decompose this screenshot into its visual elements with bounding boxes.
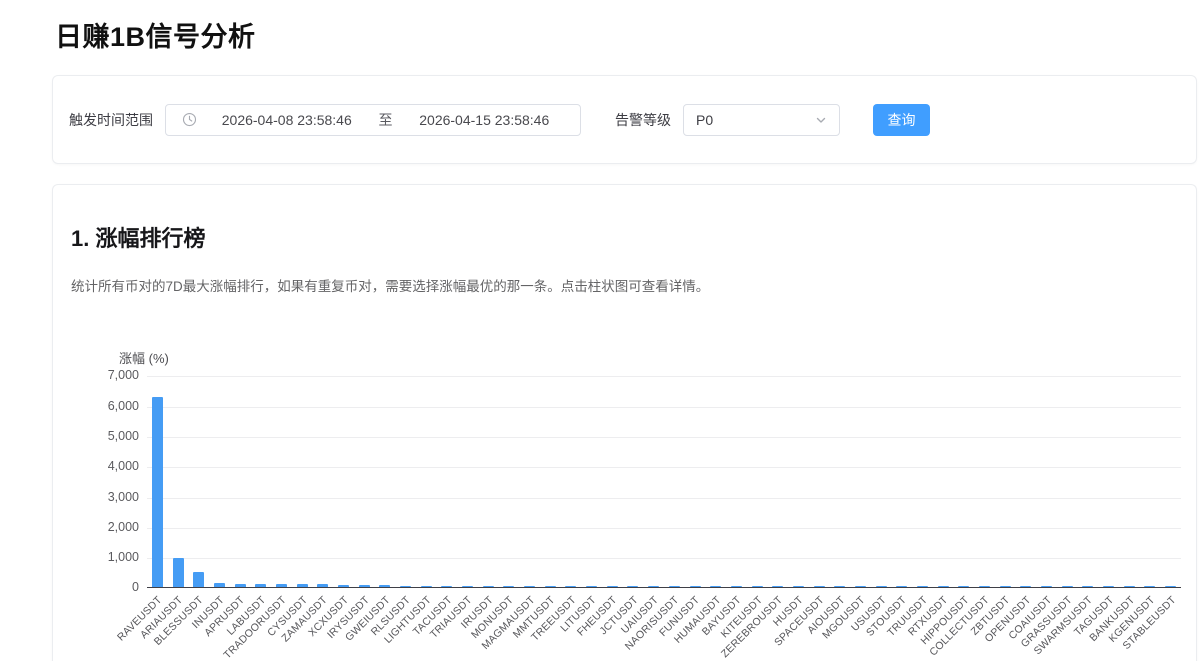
page-title: 日赚1B信号分析 bbox=[55, 22, 256, 52]
bar-KGENUSDT[interactable] bbox=[1144, 586, 1156, 588]
y-tick-label: 7,000 bbox=[107, 368, 139, 383]
bar-OPENUSDT[interactable] bbox=[1020, 586, 1032, 588]
bar-ZBTUSDT[interactable] bbox=[999, 586, 1011, 588]
bar-MGOUSDT[interactable] bbox=[854, 586, 866, 588]
bar-TRADOORUSDT[interactable] bbox=[275, 583, 287, 588]
bar-HUMAUSDT[interactable] bbox=[710, 586, 722, 588]
bar-INUSDT[interactable] bbox=[213, 582, 225, 588]
alert-level-select[interactable]: P0 bbox=[683, 103, 840, 136]
bar-STOUSDT[interactable] bbox=[896, 586, 908, 588]
bar-ZAMAUSDT[interactable] bbox=[317, 584, 329, 588]
bar-HUSDT[interactable] bbox=[792, 586, 804, 588]
chevron-down-icon bbox=[816, 117, 826, 123]
gridline bbox=[147, 467, 1181, 469]
section-heading: 1. 涨幅排行榜 bbox=[71, 226, 206, 251]
bar-HIPPOUSDT[interactable] bbox=[958, 586, 970, 588]
bar-TACUSDT[interactable] bbox=[441, 585, 453, 588]
y-tick-label: 6,000 bbox=[107, 398, 139, 413]
gridline bbox=[147, 437, 1181, 439]
bar-FUNUSDT[interactable] bbox=[689, 586, 701, 588]
bar-TRUUSDT[interactable] bbox=[917, 586, 928, 588]
bar-SPACEUSDT[interactable] bbox=[813, 586, 825, 588]
bar-NAORISUSDT[interactable] bbox=[668, 586, 680, 588]
filter-card: 触发时间范围 2026-04-08 23:58:46 至 2026-04-15 … bbox=[52, 75, 1197, 164]
bar-RAVEUSDT[interactable] bbox=[151, 396, 163, 588]
bar-KITEUSDT[interactable] bbox=[751, 586, 763, 588]
bar-SWARMSUSDT[interactable] bbox=[1082, 586, 1094, 588]
bar-GWEIUSDT[interactable] bbox=[379, 585, 391, 588]
bar-USUSDT[interactable] bbox=[875, 586, 887, 588]
bar-LABUSDT[interactable] bbox=[255, 583, 267, 588]
bar-RLSUSDT[interactable] bbox=[400, 585, 411, 588]
bar-TAGUSDT[interactable] bbox=[1103, 586, 1115, 588]
bar-MAGMAUSDT[interactable] bbox=[524, 586, 536, 588]
start-date-value: 2026-04-08 23:58:46 bbox=[221, 111, 352, 128]
date-range-input[interactable]: 2026-04-08 23:58:46 至 2026-04-15 23:58:4… bbox=[165, 103, 581, 136]
y-tick-label: 4,000 bbox=[107, 459, 139, 474]
bar-COLLECTUSDT[interactable] bbox=[979, 586, 991, 588]
gridline bbox=[147, 497, 1181, 499]
bar-ARIAUSDT[interactable] bbox=[172, 557, 184, 588]
bar-FHEUSDT[interactable] bbox=[606, 586, 618, 588]
y-tick-label: 0 bbox=[132, 580, 139, 595]
y-tick-label: 2,000 bbox=[107, 519, 139, 534]
date-range-separator: 至 bbox=[378, 111, 393, 128]
bar-IRUSDT[interactable] bbox=[482, 586, 494, 588]
content-card: 1. 涨幅排行榜 统计所有币对的7D最大涨幅排行，如果有重复币对，需要选择涨幅最… bbox=[52, 184, 1197, 661]
clock-icon bbox=[182, 112, 197, 127]
gain-ranking-chart: 涨幅 (%) 0 1,000 2,000 3,000 4,000 5,000 6,000 7,… bbox=[71, 348, 1181, 661]
bar-IRYSUSDT[interactable] bbox=[358, 584, 370, 588]
y-tick-label: 3,000 bbox=[107, 489, 139, 504]
bar-RTXUSDT[interactable] bbox=[937, 586, 949, 588]
alert-level-label: 告警等级 bbox=[615, 111, 671, 128]
bar-GRASSUSDT[interactable] bbox=[1061, 586, 1073, 588]
bar-LITUSDT[interactable] bbox=[586, 586, 598, 588]
y-tick-label: 1,000 bbox=[107, 550, 139, 565]
section-description: 统计所有币对的7D最大涨幅排行，如果有重复币对，需要选择涨幅最优的那一条。点击柱… bbox=[71, 278, 710, 294]
bar-STABLEUSDT[interactable] bbox=[1165, 586, 1177, 588]
gridline bbox=[147, 558, 1181, 560]
gridline bbox=[147, 527, 1181, 529]
bar-XCXUSDT[interactable] bbox=[337, 584, 349, 588]
bar-BLESSUSDT[interactable] bbox=[193, 572, 205, 588]
bar-COAIUSDT[interactable] bbox=[1041, 586, 1053, 588]
bar-LIGHTUSDT[interactable] bbox=[420, 585, 432, 588]
bar-BAYUSDT[interactable] bbox=[730, 586, 742, 588]
bar-CYSUSDT[interactable] bbox=[296, 584, 308, 588]
bar-TREEUSDT[interactable] bbox=[565, 586, 577, 588]
gridline bbox=[147, 406, 1181, 408]
trigger-time-range-label: 触发时间范围 bbox=[69, 111, 153, 128]
bar-APRUSDT[interactable] bbox=[234, 583, 246, 588]
bar-JCTUSDT[interactable] bbox=[627, 586, 639, 588]
bar-ZEREBROUSDT[interactable] bbox=[772, 586, 784, 588]
bar-MONUSDT[interactable] bbox=[503, 586, 515, 588]
y-tick-label: 5,000 bbox=[107, 429, 139, 444]
bar-MMTUSDT[interactable] bbox=[544, 586, 556, 588]
bar-AIOUSDT[interactable] bbox=[834, 586, 846, 588]
y-axis-ticks: 0 1,000 2,000 3,000 4,000 5,000 6,000 7,000 bbox=[71, 368, 139, 594]
gridline bbox=[147, 376, 1181, 378]
bar-TRIAUSDT[interactable] bbox=[462, 585, 474, 588]
query-button[interactable]: 查询 bbox=[873, 103, 930, 136]
chart-plot-area: RAVEUSDT ARIAUSDT BLESSUSDT INUSDT APRUSDT LA… bbox=[115, 376, 1181, 661]
end-date-value: 2026-04-15 23:58:46 bbox=[419, 111, 550, 128]
y-axis-title: 涨幅 (%) bbox=[119, 351, 169, 367]
bar-BANKUSDT[interactable] bbox=[1123, 586, 1135, 588]
bar-UAIUSDT[interactable] bbox=[648, 586, 660, 588]
alert-level-selected-value: P0 bbox=[696, 111, 714, 128]
